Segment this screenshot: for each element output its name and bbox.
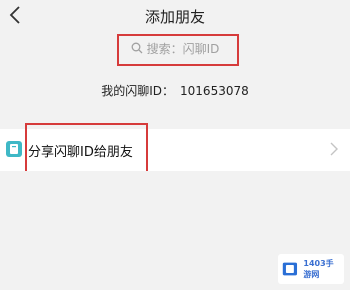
header-bar: 添加朋友 [0, 0, 350, 32]
search-icon [131, 42, 143, 54]
share-app-icon [6, 141, 22, 157]
my-id-line: 我的闪聊ID： 101653078 [0, 82, 350, 99]
share-id-row[interactable]: 分享闪聊ID给朋友 [0, 129, 350, 171]
page-title: 添加朋友 [144, 8, 205, 26]
watermark-logo-icon [282, 262, 298, 276]
share-id-label: 分享闪聊ID给朋友 [28, 145, 133, 160]
search-bar: 搜索：闪聊ID [0, 34, 350, 64]
chevron-right-icon [330, 142, 338, 156]
search-input[interactable]: 搜索：闪聊ID [115, 35, 235, 61]
watermark: 1403手游网 [278, 254, 344, 284]
search-placeholder: 搜索：闪聊ID [146, 41, 220, 56]
my-id-label: 我的闪聊ID： [101, 84, 175, 98]
my-id-value: 101653078 [180, 84, 249, 98]
watermark-text: 1403手游网 [303, 259, 334, 279]
